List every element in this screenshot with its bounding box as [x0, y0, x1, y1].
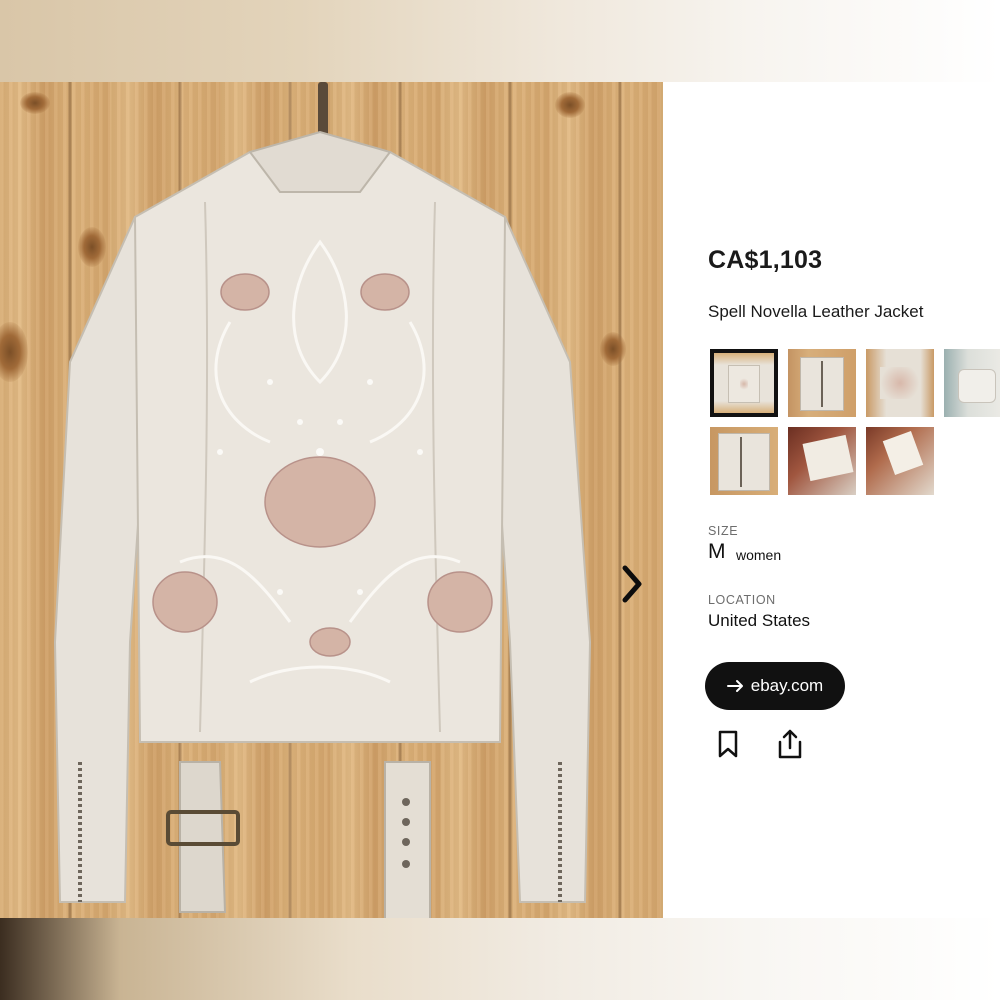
share-button[interactable]	[774, 727, 806, 761]
location-label: LOCATION	[708, 593, 776, 607]
chevron-right-icon	[622, 565, 642, 603]
size-value: M	[708, 540, 726, 563]
save-button[interactable]	[712, 727, 744, 761]
product-title: Spell Novella Leather Jacket	[708, 302, 924, 321]
thumbnail-size-tag[interactable]	[866, 427, 934, 495]
product-main-image[interactable]	[0, 82, 663, 918]
thumbnail-jacket-front-collar[interactable]	[710, 427, 778, 495]
location-value: United States	[708, 611, 811, 630]
source-button-label: ebay.com	[750, 676, 824, 695]
size-label: SIZE	[708, 524, 739, 538]
thumbnail-jacket-back[interactable]	[710, 349, 778, 417]
thumbnail-care-label[interactable]	[788, 427, 856, 495]
bookmark-icon	[718, 730, 738, 758]
wood-knot	[20, 92, 50, 114]
blurred-top-backdrop	[0, 0, 1000, 82]
listing-info-panel: CA$1,103 Spell Novella Leather Jacket SI…	[663, 82, 1000, 918]
size-gender: women	[736, 547, 782, 563]
share-icon	[778, 729, 802, 759]
blurred-bottom-backdrop	[0, 918, 1000, 1000]
thumbnail-jacket-partial[interactable]	[944, 349, 1000, 417]
price: CA$1,103	[708, 246, 823, 274]
jacket-illustration	[53, 130, 592, 918]
visit-source-button[interactable]: ebay.com	[705, 662, 845, 710]
wood-knot	[555, 92, 585, 118]
thumbnail-jacket-front[interactable]	[788, 349, 856, 417]
thumbnail-jacket-back-detail[interactable]	[866, 349, 934, 417]
next-image-button[interactable]	[612, 560, 652, 608]
arrow-right-icon	[726, 680, 743, 692]
